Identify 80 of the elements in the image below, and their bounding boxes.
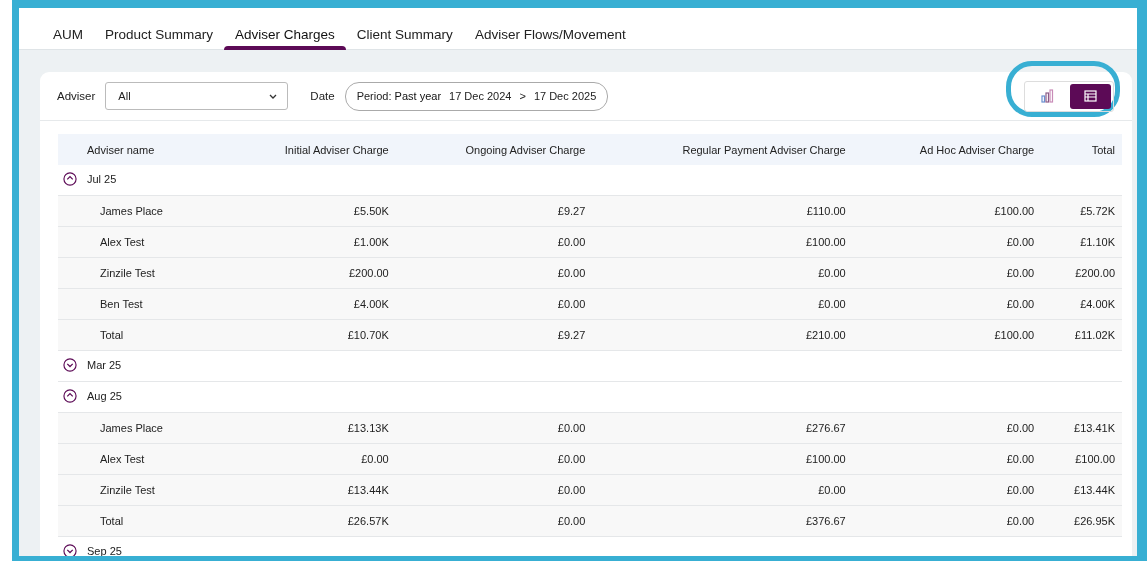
table-cell: £0.00 — [852, 412, 1042, 444]
table-cell: £376.67 — [592, 505, 853, 537]
caret-icon — [269, 93, 278, 99]
table-cell: £0.00 — [852, 443, 1042, 475]
table-cell: £0.00 — [395, 226, 593, 258]
table-cell: £0.00 — [395, 474, 593, 506]
column-header: Ongoing Adviser Charge — [395, 134, 593, 165]
table-cell: £100.00 — [1041, 443, 1122, 475]
table-cell: £0.00 — [592, 474, 853, 506]
adviser-dropdown[interactable]: All — [105, 82, 289, 110]
table-cell: £200.00 — [1041, 257, 1122, 289]
tab[interactable]: Product Summary — [94, 8, 225, 49]
table-cell: £13.44K — [1041, 474, 1122, 506]
table-cell: £0.00 — [592, 288, 853, 320]
table-cell: £26.57K — [222, 505, 396, 537]
table-cell: £5.72K — [1041, 195, 1122, 227]
table-cell: £9.27 — [395, 195, 593, 227]
table-cell: £0.00 — [852, 505, 1042, 537]
table-cell: Total — [58, 319, 223, 351]
table-cell: James Place — [58, 195, 223, 227]
table-cell: £0.00 — [395, 288, 593, 320]
table-cell: £0.00 — [852, 474, 1042, 506]
date-range-field[interactable]: Period: Past year 17 Dec 2024 > 17 Dec 2025 — [344, 81, 609, 111]
expand-icon[interactable] — [63, 544, 77, 556]
table-cell: £1.00K — [222, 226, 396, 258]
tab[interactable]: Client Summary — [345, 8, 464, 49]
table-cell: £100.00 — [852, 319, 1042, 351]
table-cell: £0.00 — [852, 288, 1042, 320]
table-cell: £100.00 — [592, 443, 853, 475]
table-cell: £0.00 — [395, 412, 593, 444]
table-cell: £0.00 — [852, 257, 1042, 289]
column-header: Total — [1041, 134, 1122, 165]
table-cell: £4.00K — [1041, 288, 1122, 320]
table-cell: £13.41K — [1041, 412, 1122, 444]
table-cell: £100.00 — [852, 195, 1042, 227]
collapse-icon[interactable] — [63, 389, 77, 403]
tab[interactable]: Adviser Charges — [224, 8, 346, 49]
table-cell: £4.00K — [222, 288, 396, 320]
table-cell: £210.00 — [592, 319, 853, 351]
view-table-button[interactable] — [1070, 83, 1111, 109]
table-icon — [1084, 90, 1097, 102]
table-cell: Zinzile Test — [58, 257, 223, 289]
table-cell: £13.13K — [222, 412, 396, 444]
table-cell: Ben Test — [58, 288, 223, 320]
table-cell: £100.00 — [592, 226, 853, 258]
table-cell: £276.67 — [592, 412, 853, 444]
expand-icon[interactable] — [63, 358, 77, 372]
table-cell: £5.50K — [222, 195, 396, 227]
table-cell: £0.00 — [852, 226, 1042, 258]
date-label: Date — [310, 90, 335, 102]
bar-chart-icon — [1040, 89, 1055, 103]
table-cell: £0.00 — [395, 443, 593, 475]
column-header: Initial Adviser Charge — [222, 134, 396, 165]
table-cell: £13.44K — [222, 474, 396, 506]
adviser-label: Adviser — [57, 90, 96, 102]
group-label: Jul 25 — [87, 173, 117, 185]
table-cell: £26.95K — [1041, 505, 1122, 537]
group-label: Aug 25 — [87, 390, 122, 402]
table-cell: £9.27 — [395, 319, 593, 351]
column-header: Adviser name — [58, 134, 223, 165]
column-header: Regular Payment Adviser Charge — [592, 134, 853, 165]
table-cell: £110.00 — [592, 195, 853, 227]
table-cell: £0.00 — [395, 505, 593, 537]
table-cell: Alex Test — [58, 226, 223, 258]
table-cell: James Place — [58, 412, 223, 444]
table-cell: Total — [58, 505, 223, 537]
table-cell: £200.00 — [222, 257, 396, 289]
tab[interactable]: AUM — [42, 8, 94, 49]
table-cell: Alex Test — [58, 443, 223, 475]
collapse-icon[interactable] — [63, 172, 77, 186]
column-header: Ad Hoc Adviser Charge — [852, 134, 1042, 165]
table-cell: £1.10K — [1041, 226, 1122, 258]
table-cell: £0.00 — [395, 257, 593, 289]
table-cell: Zinzile Test — [58, 474, 223, 506]
group-label: Mar 25 — [87, 359, 122, 371]
table-cell: £10.70K — [222, 319, 396, 351]
table-cell: £0.00 — [592, 257, 853, 289]
table-cell: £0.00 — [222, 443, 396, 475]
tab[interactable]: Adviser Flows/Movement — [463, 8, 637, 49]
table-cell: £11.02K — [1041, 319, 1122, 351]
